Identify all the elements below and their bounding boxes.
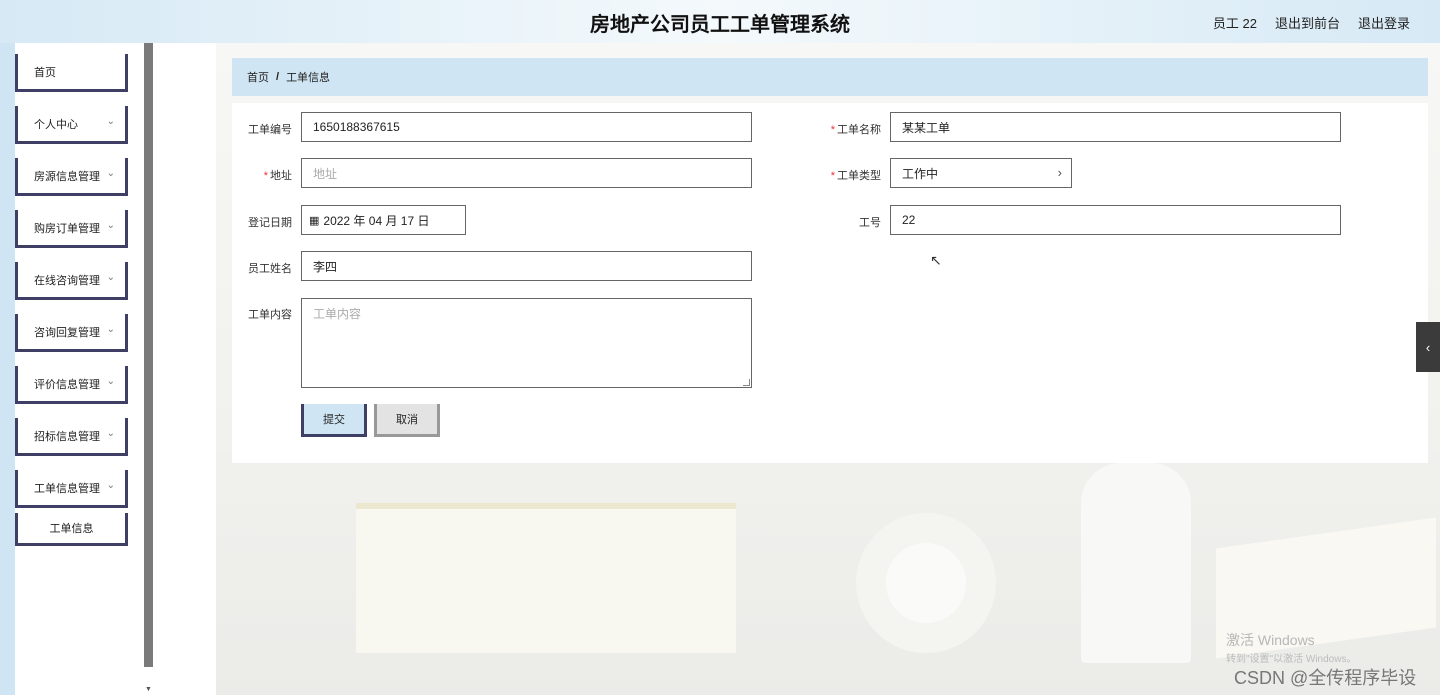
reg-date-picker[interactable]: ▦ 2022 年 04 月 17 日 <box>301 205 466 235</box>
header-nav: 员工 22 退出到前台 退出登录 <box>1213 13 1410 32</box>
windows-activation-subtitle: 转到"设置"以激活 Windows。 <box>1226 654 1357 665</box>
order-no-input[interactable]: 1650188367615 <box>301 112 752 142</box>
sidebar-item-label: 首页 <box>34 66 56 79</box>
order-no-label: 工单编号 <box>248 124 292 136</box>
order-name-input[interactable]: 某某工单 <box>890 112 1341 142</box>
sidebar-item-label: 工单信息管理 <box>34 482 100 495</box>
chevron-down-icon: ⌄ <box>106 324 115 335</box>
sidebar-item-label: 招标信息管理 <box>34 430 100 443</box>
reg-date-label: 登记日期 <box>248 217 292 229</box>
sidebar-item-work-order-mgmt[interactable]: 工单信息管理 ⌄ <box>15 470 128 508</box>
scroll-down-arrow-icon[interactable]: ▼ <box>145 686 152 693</box>
csdn-watermark: CSDN @全传程序毕设 <box>1234 668 1417 688</box>
chevron-down-icon: ⌄ <box>106 116 115 127</box>
job-no-input[interactable]: 22 <box>890 205 1341 235</box>
sidebar-item-online-consult[interactable]: 在线咨询管理 ⌄ <box>15 262 128 300</box>
sidebar-subitem-label: 工单信息 <box>49 523 94 535</box>
mouse-cursor-icon: ↖ <box>930 252 942 268</box>
chevron-right-icon: › <box>1057 165 1062 180</box>
breadcrumb-home[interactable]: 首页 <box>247 69 269 85</box>
chevron-down-icon: ⌄ <box>106 168 115 179</box>
sidebar-item-label: 咨询回复管理 <box>34 326 100 339</box>
sidebar-gap <box>154 43 216 695</box>
required-mark: * <box>263 170 268 182</box>
order-name-label: * 工单名称 <box>830 124 881 136</box>
required-mark: * <box>830 124 835 136</box>
order-type-value: 工作中 <box>902 166 939 181</box>
exit-to-front-link[interactable]: 退出到前台 <box>1275 13 1340 32</box>
reg-date-value: 2022 年 04 月 17 日 <box>323 213 430 228</box>
sidebar-item-label: 在线咨询管理 <box>34 274 100 287</box>
user-label[interactable]: 员工 22 <box>1213 13 1257 32</box>
staff-name-input[interactable]: 李四 <box>301 251 752 281</box>
sidebar-item-bidding-info[interactable]: 招标信息管理 ⌄ <box>15 418 128 456</box>
submit-button[interactable]: 提交 <box>301 404 367 437</box>
chevron-down-icon: ⌄ <box>106 376 115 387</box>
resize-handle-icon[interactable] <box>743 379 750 386</box>
side-panel-toggle[interactable]: ‹ <box>1416 322 1440 372</box>
sidebar-item-label: 房源信息管理 <box>34 170 100 183</box>
calendar-icon: ▦ <box>309 214 320 227</box>
logout-link[interactable]: 退出登录 <box>1358 13 1410 32</box>
background-decoration <box>356 503 736 653</box>
job-no-label: 工号 <box>859 217 881 229</box>
content-placeholder: 工单内容 <box>313 307 362 321</box>
content-label: 工单内容 <box>248 309 292 321</box>
sidebar-item-label: 个人中心 <box>34 118 78 131</box>
breadcrumb-current: 工单信息 <box>286 72 331 84</box>
sidebar-item-home[interactable]: 首页 <box>15 54 128 92</box>
cancel-button[interactable]: 取消 <box>374 404 440 437</box>
background-decoration <box>1081 463 1191 663</box>
chevron-down-icon: ⌄ <box>106 480 115 491</box>
sidebar-item-label: 评价信息管理 <box>34 378 100 391</box>
order-type-label: * 工单类型 <box>830 170 881 182</box>
sidebar: 首页 个人中心 ⌄ 房源信息管理 ⌄ 购房订单管理 ⌄ 在线咨询管理 ⌄ 咨询回… <box>15 43 128 695</box>
chevron-left-icon: ‹ <box>1425 339 1431 355</box>
staff-name-label: 员工姓名 <box>248 263 292 275</box>
top-header: 房地产公司员工工单管理系统 员工 22 退出到前台 退出登录 <box>0 0 1440 43</box>
chevron-down-icon: ⌄ <box>106 220 115 231</box>
sidebar-scrollbar-thumb[interactable] <box>144 43 153 667</box>
breadcrumb: 首页 / 工单信息 <box>232 58 1428 96</box>
sidebar-item-personal-center[interactable]: 个人中心 ⌄ <box>15 106 128 144</box>
windows-activation-title: 激活 Windows <box>1226 632 1315 648</box>
address-label: * 地址 <box>263 170 292 182</box>
sidebar-item-review-info[interactable]: 评价信息管理 ⌄ <box>15 366 128 404</box>
background-decoration <box>856 513 996 653</box>
sidebar-subitem-work-order-info[interactable]: 工单信息 <box>15 513 128 546</box>
address-input[interactable]: 地址 <box>301 158 752 188</box>
content-textarea[interactable]: 工单内容 <box>301 298 752 388</box>
chevron-down-icon: ⌄ <box>106 272 115 283</box>
sidebar-item-label: 购房订单管理 <box>34 222 100 235</box>
order-type-select[interactable]: 工作中 › <box>890 158 1072 188</box>
sidebar-item-house-info[interactable]: 房源信息管理 ⌄ <box>15 158 128 196</box>
sidebar-item-consult-reply[interactable]: 咨询回复管理 ⌄ <box>15 314 128 352</box>
required-mark: * <box>830 170 835 182</box>
sidebar-item-purchase-orders[interactable]: 购房订单管理 ⌄ <box>15 210 128 248</box>
breadcrumb-separator: / <box>276 71 280 83</box>
chevron-down-icon: ⌄ <box>106 428 115 439</box>
